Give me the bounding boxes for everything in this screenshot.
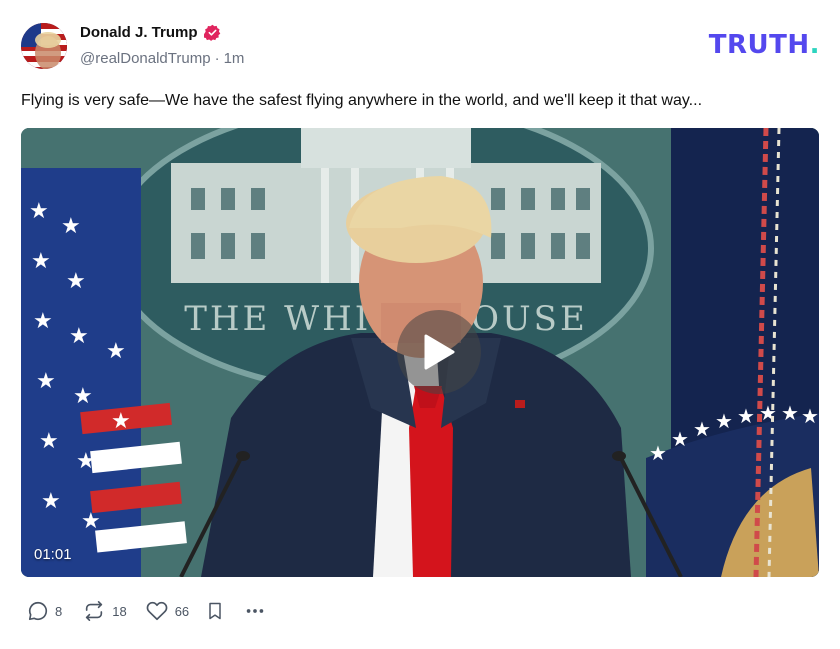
svg-text:★: ★	[737, 404, 755, 428]
svg-text:★: ★	[106, 339, 126, 364]
play-icon	[424, 334, 455, 370]
post-timestamp[interactable]: 1m	[224, 50, 245, 67]
svg-text:★: ★	[81, 509, 101, 534]
more-icon	[246, 609, 264, 613]
like-button[interactable]: 66	[145, 600, 189, 622]
svg-text:★: ★	[66, 269, 86, 294]
reply-count: 8	[55, 603, 63, 619]
more-options-button[interactable]	[243, 600, 267, 622]
svg-text:★: ★	[781, 401, 799, 425]
post-card: Donald J. Trump @realDonaldTrump · 1m TR…	[0, 0, 840, 649]
reply-icon	[28, 601, 48, 621]
video-duration: 01:01	[34, 546, 72, 563]
svg-text:★: ★	[39, 429, 59, 454]
logo-text: TRUTH	[708, 30, 810, 60]
svg-text:★: ★	[73, 384, 93, 409]
post-actions: 8 18 66	[27, 598, 267, 624]
reply-button[interactable]: 8	[27, 600, 62, 622]
verified-badge-icon	[203, 24, 221, 41]
like-count: 66	[174, 603, 190, 619]
logo-dot: .	[809, 30, 820, 60]
video-player[interactable]: THE WHITE HOUSE ★ ★ ★ ★ ★ ★ ★ ★ ★ ★ ★ ★ ★ ★	[21, 128, 819, 577]
svg-text:★: ★	[41, 489, 61, 514]
svg-text:★: ★	[715, 409, 733, 433]
play-button[interactable]	[397, 310, 481, 394]
svg-text:★: ★	[61, 214, 81, 239]
avatar[interactable]	[21, 23, 67, 69]
retruth-button[interactable]: 18	[82, 600, 127, 622]
svg-text:★: ★	[29, 199, 49, 224]
svg-text:★: ★	[36, 369, 56, 394]
author-handle[interactable]: @realDonaldTrump	[80, 50, 211, 67]
post-text: Flying is very safe—We have the safest f…	[21, 92, 703, 109]
retruth-icon	[86, 601, 103, 621]
author-meta: @realDonaldTrump · 1m	[80, 50, 244, 67]
svg-text:★: ★	[33, 309, 53, 334]
bookmark-icon	[209, 602, 221, 620]
truth-logo[interactable]: TRUTH.	[709, 30, 820, 60]
svg-text:★: ★	[693, 417, 711, 441]
retruth-count: 18	[112, 603, 127, 619]
svg-text:★: ★	[649, 441, 667, 465]
heart-icon	[146, 601, 168, 621]
svg-text:★: ★	[31, 249, 51, 274]
meta-separator: ·	[214, 50, 220, 67]
author-name-row: Donald J. Trump	[80, 24, 221, 41]
bookmark-button[interactable]	[205, 600, 225, 622]
svg-text:★: ★	[76, 449, 96, 474]
svg-text:★: ★	[111, 409, 131, 434]
svg-text:★: ★	[801, 404, 819, 428]
author-display-name[interactable]: Donald J. Trump	[80, 24, 198, 41]
svg-text:★: ★	[671, 427, 689, 451]
svg-text:★: ★	[69, 324, 89, 349]
